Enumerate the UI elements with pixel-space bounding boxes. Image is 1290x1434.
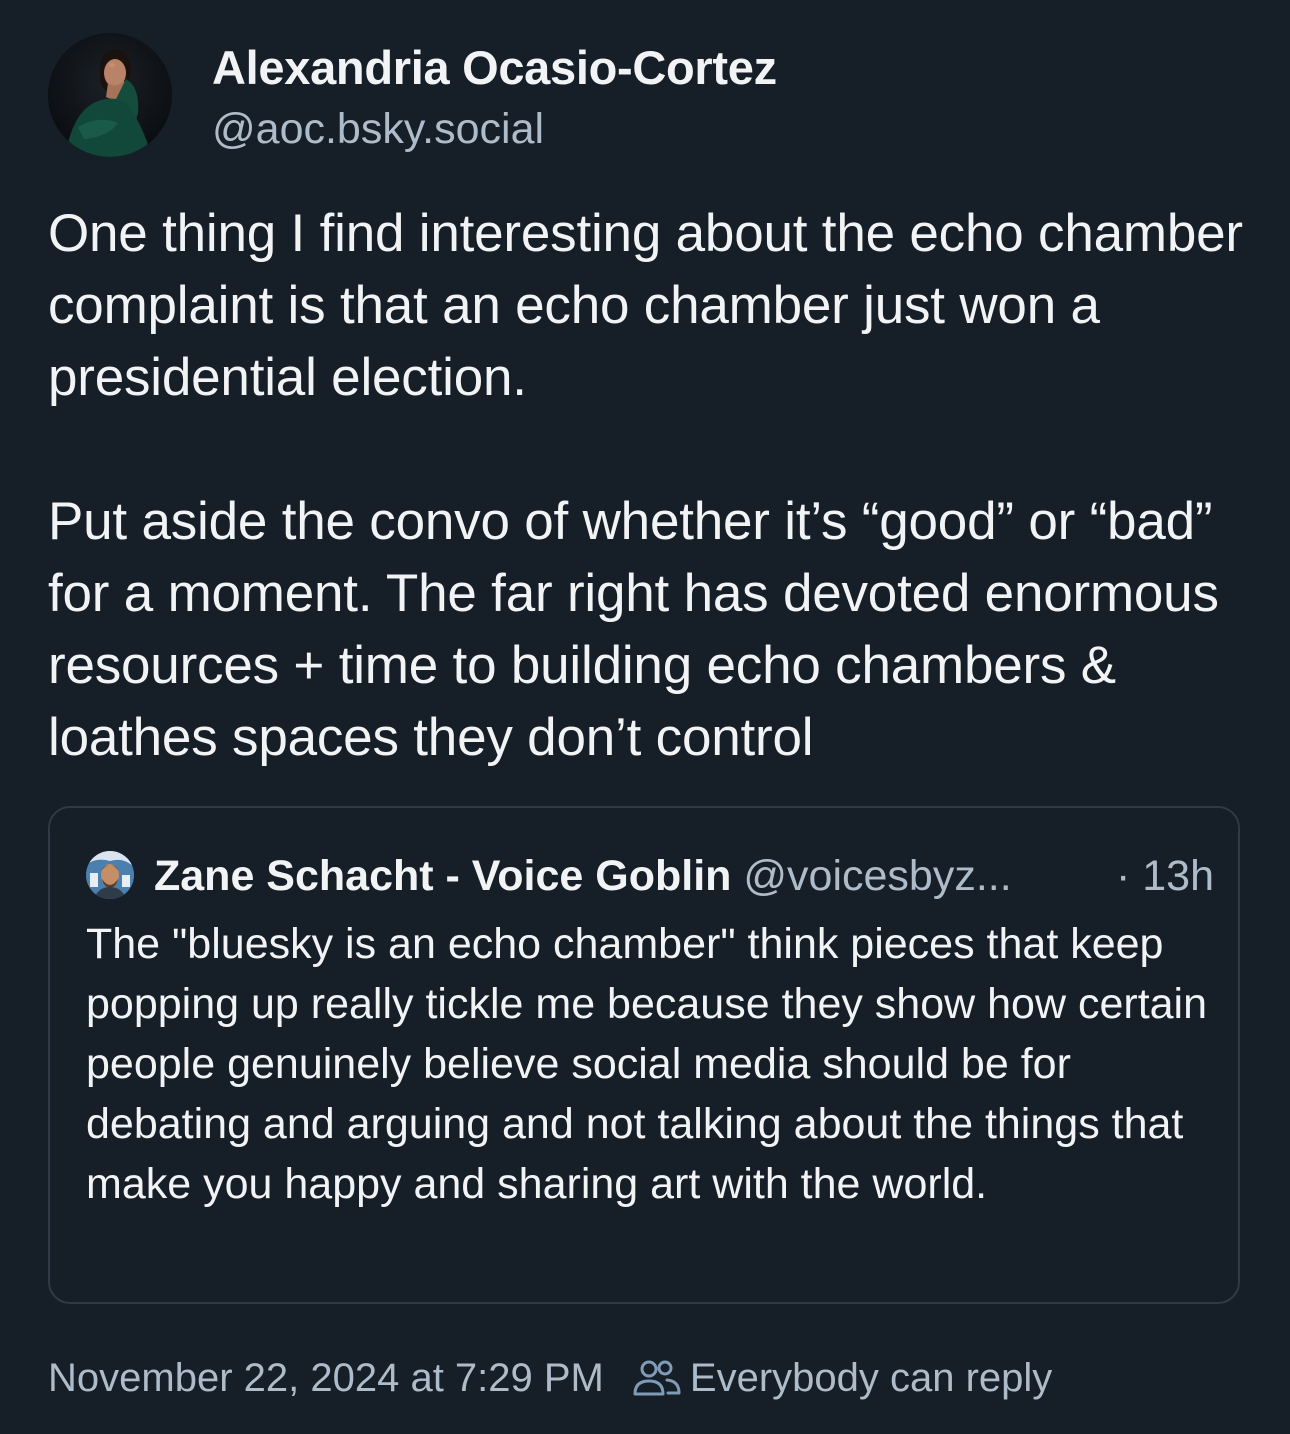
author-handle[interactable]: @aoc.bsky.social	[212, 103, 544, 155]
quoted-post-header: Zane Schacht - Voice Goblin @voicesbyz..…	[154, 850, 1214, 902]
reply-setting-label[interactable]: Everybody can reply	[690, 1352, 1052, 1404]
post-footer: November 22, 2024 at 7:29 PM Everybody c…	[48, 1352, 1052, 1404]
quoted-author-handle[interactable]: @voicesbyz...	[743, 852, 1011, 900]
post-text: One thing I find interesting about the e…	[48, 204, 1243, 767]
quoted-post[interactable]: Zane Schacht - Voice Goblin @voicesbyz..…	[48, 806, 1240, 1304]
author-avatar[interactable]	[48, 33, 172, 157]
post-timestamp: November 22, 2024 at 7:29 PM	[48, 1356, 604, 1400]
author-display-name[interactable]: Alexandria Ocasio-Cortez	[212, 40, 777, 96]
quoted-post-time: · 13h	[1115, 852, 1214, 900]
quoted-post-text: The "bluesky is an echo chamber" think p…	[86, 920, 1208, 1208]
quoted-author-name[interactable]: Zane Schacht - Voice Goblin	[154, 852, 731, 900]
quoted-author-avatar[interactable]	[86, 851, 134, 899]
people-icon	[632, 1358, 682, 1398]
